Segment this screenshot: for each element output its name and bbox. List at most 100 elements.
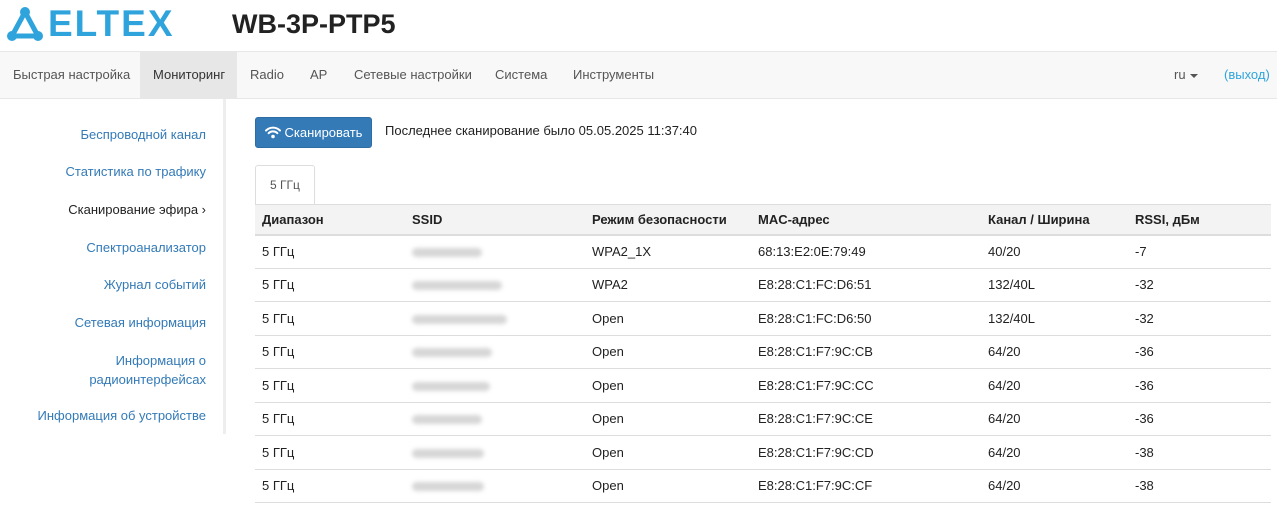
cell-mac: 68:13:E2:0E:79:49 — [751, 234, 981, 269]
table-row[interactable]: 5 ГГц Open E8:28:C1:FC:D6:50 132/40L -32 — [255, 301, 1271, 336]
sidebar-item-wireless-channel[interactable]: Беспроводной канал — [80, 125, 206, 144]
cell-channel-width: 64/20 — [981, 402, 1128, 436]
cell-ssid — [405, 469, 585, 503]
column-header-security: Режим безопасности — [585, 204, 751, 236]
cell-rssi: -38 — [1128, 435, 1271, 470]
nav-monitoring[interactable]: Мониторинг — [140, 52, 237, 98]
scan-results-table: Диапазон SSID Режим безопасности MAC-адр… — [255, 204, 1271, 503]
cell-security: WPA2 — [585, 268, 751, 302]
ssid-redacted — [412, 314, 507, 324]
caret-down-icon — [1189, 73, 1198, 78]
cell-channel-width: 132/40L — [981, 301, 1128, 336]
cell-security: Open — [585, 368, 751, 403]
column-header-band: Диапазон — [255, 204, 405, 236]
language-dropdown[interactable]: ru — [1174, 52, 1198, 98]
cell-band: 5 ГГц — [255, 469, 405, 503]
scan-button[interactable]: Сканировать — [255, 117, 372, 148]
cell-channel-width: 64/20 — [981, 469, 1128, 503]
cell-ssid — [405, 234, 585, 269]
cell-channel-width: 64/20 — [981, 368, 1128, 403]
language-label: ru — [1174, 67, 1186, 82]
table-body: 5 ГГц WPA2_1X 68:13:E2:0E:79:49 40/20 -7 5 ГГ… — [255, 234, 1271, 503]
sidebar: Беспроводной канал Статистика по трафику… — [0, 99, 226, 434]
cell-ssid — [405, 301, 585, 336]
sidebar-item-event-log[interactable]: Журнал событий — [104, 275, 206, 294]
nav-network-settings[interactable]: Сетевые настройки — [354, 52, 472, 98]
cell-band: 5 ГГц — [255, 335, 405, 369]
cell-rssi: -36 — [1128, 402, 1271, 436]
cell-rssi: -36 — [1128, 335, 1271, 369]
table-header-row: Диапазон SSID Режим безопасности MAC-адр… — [255, 204, 1271, 236]
sidebar-item-traffic-stats[interactable]: Статистика по трафику — [66, 162, 206, 181]
sidebar-item-spectrum-analyzer[interactable]: Спектроанализатор — [86, 238, 206, 257]
cell-band: 5 ГГц — [255, 301, 405, 336]
cell-ssid — [405, 402, 585, 436]
cell-band: 5 ГГц — [255, 402, 405, 436]
cell-band: 5 ГГц — [255, 234, 405, 269]
table-row[interactable]: 5 ГГц Open E8:28:C1:F7:9C:CB 64/20 -36 — [255, 335, 1271, 369]
table-row[interactable]: 5 ГГц WPA2_1X 68:13:E2:0E:79:49 40/20 -7 — [255, 234, 1271, 269]
cell-channel-width: 64/20 — [981, 335, 1128, 369]
sidebar-item-air-scan[interactable]: Сканирование эфира › — [68, 200, 206, 219]
ssid-redacted — [412, 448, 484, 458]
cell-mac: E8:28:C1:F7:9C:CF — [751, 469, 981, 503]
cell-mac: E8:28:C1:F7:9C:CD — [751, 435, 981, 470]
cell-band: 5 ГГц — [255, 368, 405, 403]
cell-rssi: -32 — [1128, 268, 1271, 302]
cell-rssi: -32 — [1128, 301, 1271, 336]
cell-security: Open — [585, 335, 751, 369]
column-header-rssi: RSSI, дБм — [1128, 204, 1271, 236]
logout-link[interactable]: (выход) — [1224, 52, 1270, 98]
ssid-redacted — [412, 348, 492, 358]
cell-channel-width: 40/20 — [981, 234, 1128, 269]
cell-security: Open — [585, 469, 751, 503]
cell-rssi: -38 — [1128, 469, 1271, 503]
sidebar-item-device-info[interactable]: Информация об устройстве — [38, 406, 206, 425]
cell-security: Open — [585, 402, 751, 436]
cell-security: Open — [585, 301, 751, 336]
sidebar-item-radio-interfaces-info[interactable]: Информация о радиоинтерфейсах — [56, 351, 206, 389]
eltex-logo-icon — [7, 7, 43, 41]
table-row[interactable]: 5 ГГц Open E8:28:C1:F7:9C:CF 64/20 -38 — [255, 469, 1271, 503]
cell-rssi: -7 — [1128, 234, 1271, 269]
sidebar-item-network-info[interactable]: Сетевая информация — [75, 313, 206, 332]
cell-mac: E8:28:C1:FC:D6:50 — [751, 301, 981, 336]
cell-mac: E8:28:C1:F7:9C:CB — [751, 335, 981, 369]
top-navbar: Быстрая настройка Мониторинг Radio AP Се… — [0, 51, 1277, 99]
last-scan-text: Последнее сканирование было 05.05.2025 1… — [385, 123, 697, 138]
table-row[interactable]: 5 ГГц Open E8:28:C1:F7:9C:CD 64/20 -38 — [255, 435, 1271, 470]
table-row[interactable]: 5 ГГц Open E8:28:C1:F7:9C:CE 64/20 -36 — [255, 402, 1271, 436]
cell-mac: E8:28:C1:FC:D6:51 — [751, 268, 981, 302]
cell-band: 5 ГГц — [255, 268, 405, 302]
cell-channel-width: 64/20 — [981, 435, 1128, 470]
nav-quick-setup[interactable]: Быстрая настройка — [0, 52, 143, 98]
cell-mac: E8:28:C1:F7:9C:CC — [751, 368, 981, 403]
cell-mac: E8:28:C1:F7:9C:CE — [751, 402, 981, 436]
device-title: WB-3P-PTP5 — [232, 9, 396, 39]
cell-rssi: -36 — [1128, 368, 1271, 403]
ssid-redacted — [412, 248, 482, 258]
nav-system[interactable]: Система — [495, 52, 547, 98]
logo-text: ELTEX — [48, 3, 175, 44]
nav-ap[interactable]: AP — [310, 52, 327, 98]
wifi-icon — [264, 126, 281, 139]
table-row[interactable]: 5 ГГц Open E8:28:C1:F7:9C:CC 64/20 -36 — [255, 368, 1271, 403]
ssid-redacted — [412, 381, 490, 391]
nav-tools[interactable]: Инструменты — [573, 52, 654, 98]
cell-ssid — [405, 268, 585, 302]
eltex-logo[interactable]: ELTEX — [6, 3, 175, 44]
header: ELTEX WB-3P-PTP5 — [0, 0, 1277, 51]
cell-band: 5 ГГц — [255, 435, 405, 470]
tab-5ghz[interactable]: 5 ГГц — [255, 165, 315, 205]
scan-button-label: Сканировать — [284, 125, 363, 140]
cell-ssid — [405, 368, 585, 403]
cell-security: Open — [585, 435, 751, 470]
table-row[interactable]: 5 ГГц WPA2 E8:28:C1:FC:D6:51 132/40L -32 — [255, 268, 1271, 302]
nav-radio[interactable]: Radio — [250, 52, 284, 98]
column-header-channel-width: Канал / Ширина — [981, 204, 1128, 236]
column-header-mac: MAC-адрес — [751, 204, 981, 236]
ssid-redacted — [412, 482, 484, 492]
cell-security: WPA2_1X — [585, 234, 751, 269]
band-tabs: 5 ГГц — [255, 165, 1271, 205]
cell-channel-width: 132/40L — [981, 268, 1128, 302]
